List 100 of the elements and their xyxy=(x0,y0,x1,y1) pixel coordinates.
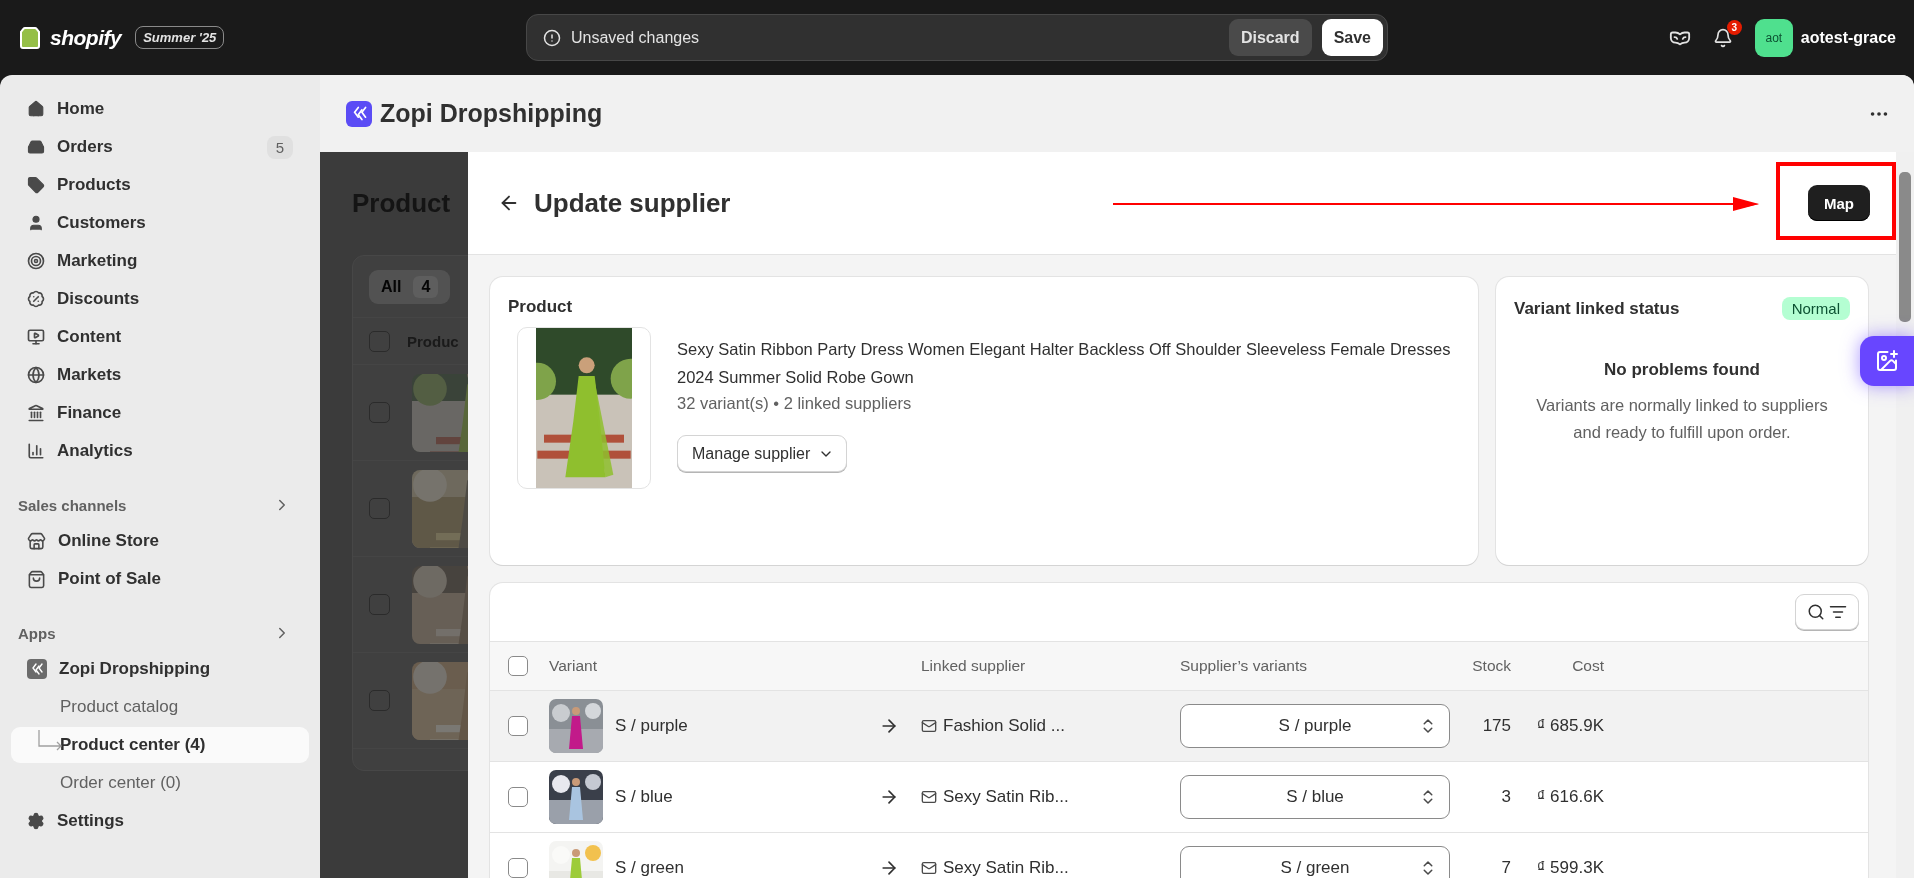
nav-label: Customers xyxy=(57,213,147,233)
supplier-name[interactable]: Sexy Satin Rib... xyxy=(943,787,1069,807)
stock-value: 175 xyxy=(1481,716,1511,736)
edition-badge[interactable]: Summer '25 xyxy=(135,26,225,49)
modal-title: Update supplier xyxy=(534,187,731,219)
nav-label: Zopi Dropshipping xyxy=(59,659,212,679)
nav-label: Marketing xyxy=(57,251,139,271)
cost-value: ₫ 599.3K xyxy=(1535,858,1604,878)
stock-value: 7 xyxy=(1500,858,1511,878)
shopping-bag-icon xyxy=(18,25,42,50)
nav-item[interactable]: Content xyxy=(11,319,309,355)
nav-label: Settings xyxy=(57,811,126,831)
variant-name: S / green xyxy=(615,858,684,878)
nav-label: Home xyxy=(57,99,106,119)
product-meta: 32 variant(s) • 2 linked suppliers xyxy=(677,394,913,413)
checkbox[interactable] xyxy=(508,858,528,878)
save-button[interactable]: Save xyxy=(1321,19,1383,56)
bank-icon xyxy=(27,404,45,422)
nav-label: Point of Sale xyxy=(58,569,162,589)
supplier-name[interactable]: Sexy Satin Rib... xyxy=(943,858,1069,878)
product-name: Sexy Satin Ribbon Party Dress Women Elegant Halter Backless Off Shoulder Sleeveless Female Dresses 2024 Summer Solid Robe Gown xyxy=(677,339,1452,388)
nav-subitem[interactable]: Product center (4) xyxy=(11,727,309,763)
nav-label: Discounts xyxy=(57,289,141,309)
variant-name: S / purple xyxy=(615,716,688,736)
scrollbar-thumb[interactable] xyxy=(1899,172,1911,322)
globe-icon xyxy=(27,366,45,384)
status-description: Variants are normally linked to suppliers and ready to fulfill upon order. xyxy=(1535,395,1829,443)
supplier-variant-select[interactable]: S / blue xyxy=(1180,775,1450,819)
settings-icon xyxy=(27,812,45,830)
bar-chart-icon xyxy=(27,442,45,460)
store-name[interactable]: aotest-grace xyxy=(1800,28,1896,47)
filter-icon xyxy=(1829,603,1847,621)
nav-label: Online Store xyxy=(58,531,161,551)
section-heading: Apps xyxy=(18,624,56,642)
inbox-icon xyxy=(27,138,45,156)
card-heading: Variant linked status xyxy=(1514,298,1680,319)
status-title: No problems found xyxy=(1603,360,1761,380)
unsaved-message: Unsaved changes xyxy=(571,28,701,47)
table-row[interactable]: S / purple Fashion Solid ... S / purple 175 ₫ 685.9K xyxy=(490,691,1868,762)
nav-item[interactable]: Home xyxy=(11,91,309,127)
checkbox[interactable] xyxy=(508,787,528,807)
bell-icon[interactable] xyxy=(1712,27,1733,48)
nav-item[interactable]: Markets xyxy=(11,357,309,393)
home-icon xyxy=(27,100,45,118)
alert-icon xyxy=(543,28,561,47)
nav-item[interactable]: Analytics xyxy=(11,433,309,469)
app-title: Zopi Dropshipping xyxy=(380,99,604,128)
nav-label: Orders xyxy=(57,137,114,157)
nav-item[interactable]: Point of Sale xyxy=(11,561,309,597)
nav-item[interactable]: Online Store xyxy=(11,523,309,559)
variant-name: S / blue xyxy=(615,787,673,807)
checkbox[interactable] xyxy=(508,656,528,676)
nav-subitem[interactable]: Product catalog xyxy=(11,689,309,725)
supplier-name[interactable]: Fashion Solid ... xyxy=(943,716,1065,736)
stock-value: 3 xyxy=(1500,787,1511,807)
nav-item[interactable]: Settings xyxy=(11,803,309,839)
app-logo-icon xyxy=(346,100,372,127)
checkbox[interactable] xyxy=(508,716,528,736)
nav-item[interactable]: Discounts xyxy=(11,281,309,317)
store-avatar[interactable]: aot xyxy=(1754,18,1793,57)
manage-supplier-button[interactable]: Manage supplier xyxy=(677,435,848,472)
supplier-variant-select[interactable]: S / purple xyxy=(1180,704,1450,748)
shopping-bag-icon xyxy=(27,569,46,589)
column-header: Linked supplier xyxy=(921,657,1027,675)
nav-label: Products xyxy=(57,175,132,195)
nav-item[interactable]: Zopi Dropshipping xyxy=(11,651,309,687)
nav-subitem[interactable]: Order center (0) xyxy=(11,765,309,801)
column-header: Stock xyxy=(1471,657,1511,675)
nav-item[interactable]: Marketing xyxy=(11,243,309,279)
nav-item[interactable]: Customers xyxy=(11,205,309,241)
card-heading: Product xyxy=(508,297,574,317)
count-badge: 5 xyxy=(266,135,293,159)
image-plus-icon xyxy=(1875,349,1899,373)
discard-button[interactable]: Discard xyxy=(1228,19,1312,56)
section-heading: Sales channels xyxy=(18,496,127,514)
nav-label: Content xyxy=(57,327,123,347)
nav-label: Analytics xyxy=(57,441,134,461)
add-image-button[interactable] xyxy=(1860,336,1914,386)
notification-count: 3 xyxy=(1726,19,1742,35)
column-header: Variant xyxy=(549,657,598,675)
person-icon xyxy=(27,214,45,232)
logo[interactable]: shopify xyxy=(50,25,122,50)
cost-value: ₫ 616.6K xyxy=(1535,787,1604,807)
search-filter-button[interactable] xyxy=(1795,594,1859,630)
nav-item[interactable]: Orders 5 xyxy=(11,129,309,165)
status-badge: Normal xyxy=(1781,297,1850,320)
nav-item[interactable]: Products xyxy=(11,167,309,203)
search-icon xyxy=(1807,603,1825,621)
column-header: Cost xyxy=(1571,657,1604,675)
percent-badge-icon xyxy=(27,290,45,308)
nav-label: Finance xyxy=(57,403,123,423)
map-button[interactable]: Map xyxy=(1808,185,1870,221)
nav-label: Markets xyxy=(57,365,123,385)
column-header: Supplier’s variants xyxy=(1180,657,1308,675)
supplier-variant-select[interactable]: S / green xyxy=(1180,846,1450,878)
target-icon xyxy=(27,252,45,270)
nav-item[interactable]: Finance xyxy=(11,395,309,431)
tag-icon xyxy=(27,176,45,194)
cost-value: ₫ 685.9K xyxy=(1535,716,1604,736)
app-logo-icon xyxy=(27,659,47,679)
